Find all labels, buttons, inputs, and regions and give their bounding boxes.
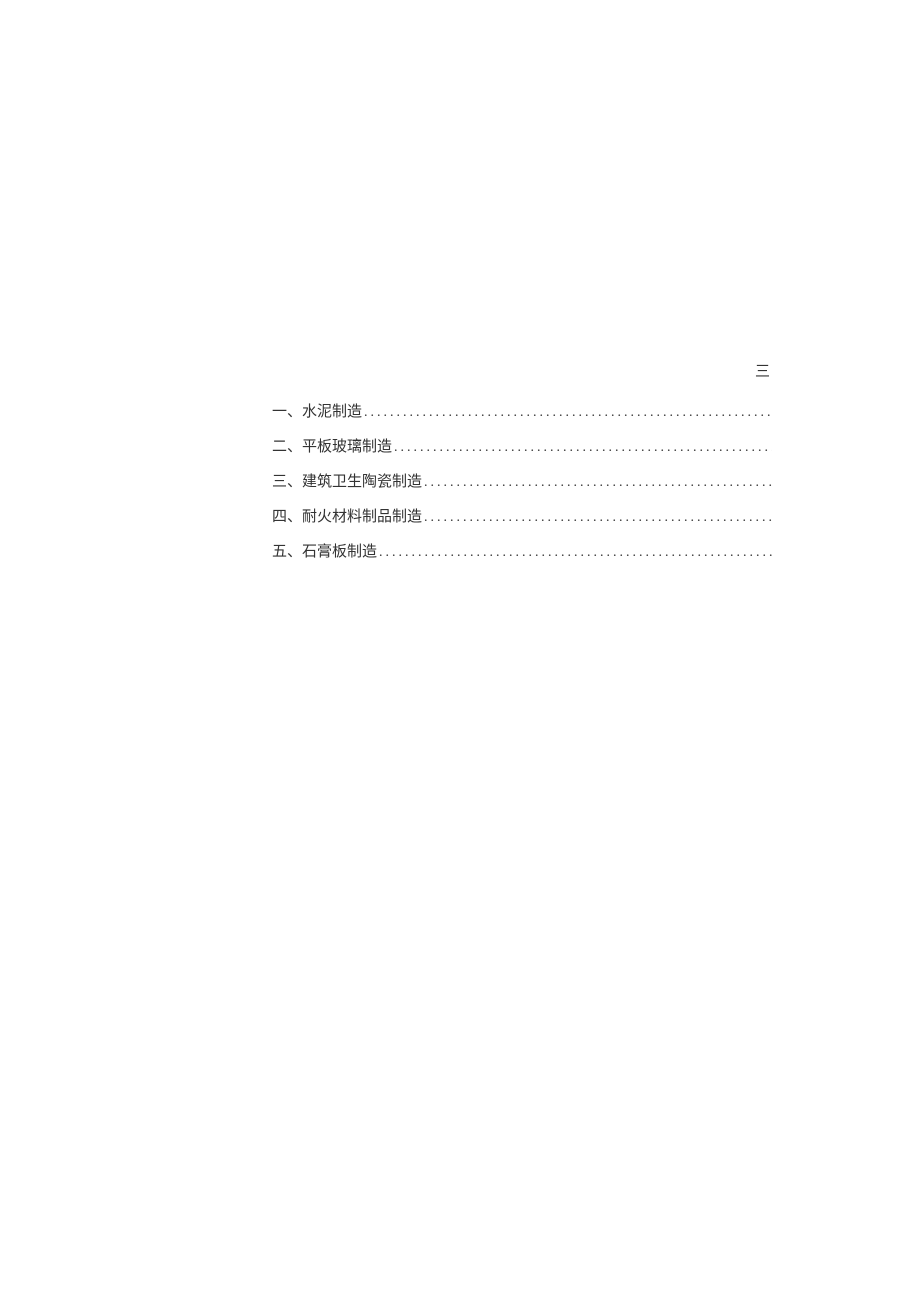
toc-entry: 五、石膏板制造 [272,540,772,561]
toc-dots [392,440,772,456]
toc-entry-label: 五、石膏板制造 [272,540,377,561]
toc-entry-label: 二、平板玻璃制造 [272,435,392,456]
toc-entry: 四、耐火材料制品制造 [272,505,772,526]
toc-dots [377,545,772,561]
toc-entry-label: 四、耐火材料制品制造 [272,505,422,526]
toc-dots [362,405,772,421]
page-number-mark: 三 [755,360,770,381]
toc-entry-label: 三、建筑卫生陶瓷制造 [272,470,422,491]
table-of-contents: 一、水泥制造 二、平板玻璃制造 三、建筑卫生陶瓷制造 四、耐火材料制品制造 五、… [272,400,772,575]
toc-entry-label: 一、水泥制造 [272,400,362,421]
toc-dots [422,510,772,526]
toc-entry: 二、平板玻璃制造 [272,435,772,456]
toc-entry: 三、建筑卫生陶瓷制造 [272,470,772,491]
toc-entry: 一、水泥制造 [272,400,772,421]
toc-dots [422,475,772,491]
